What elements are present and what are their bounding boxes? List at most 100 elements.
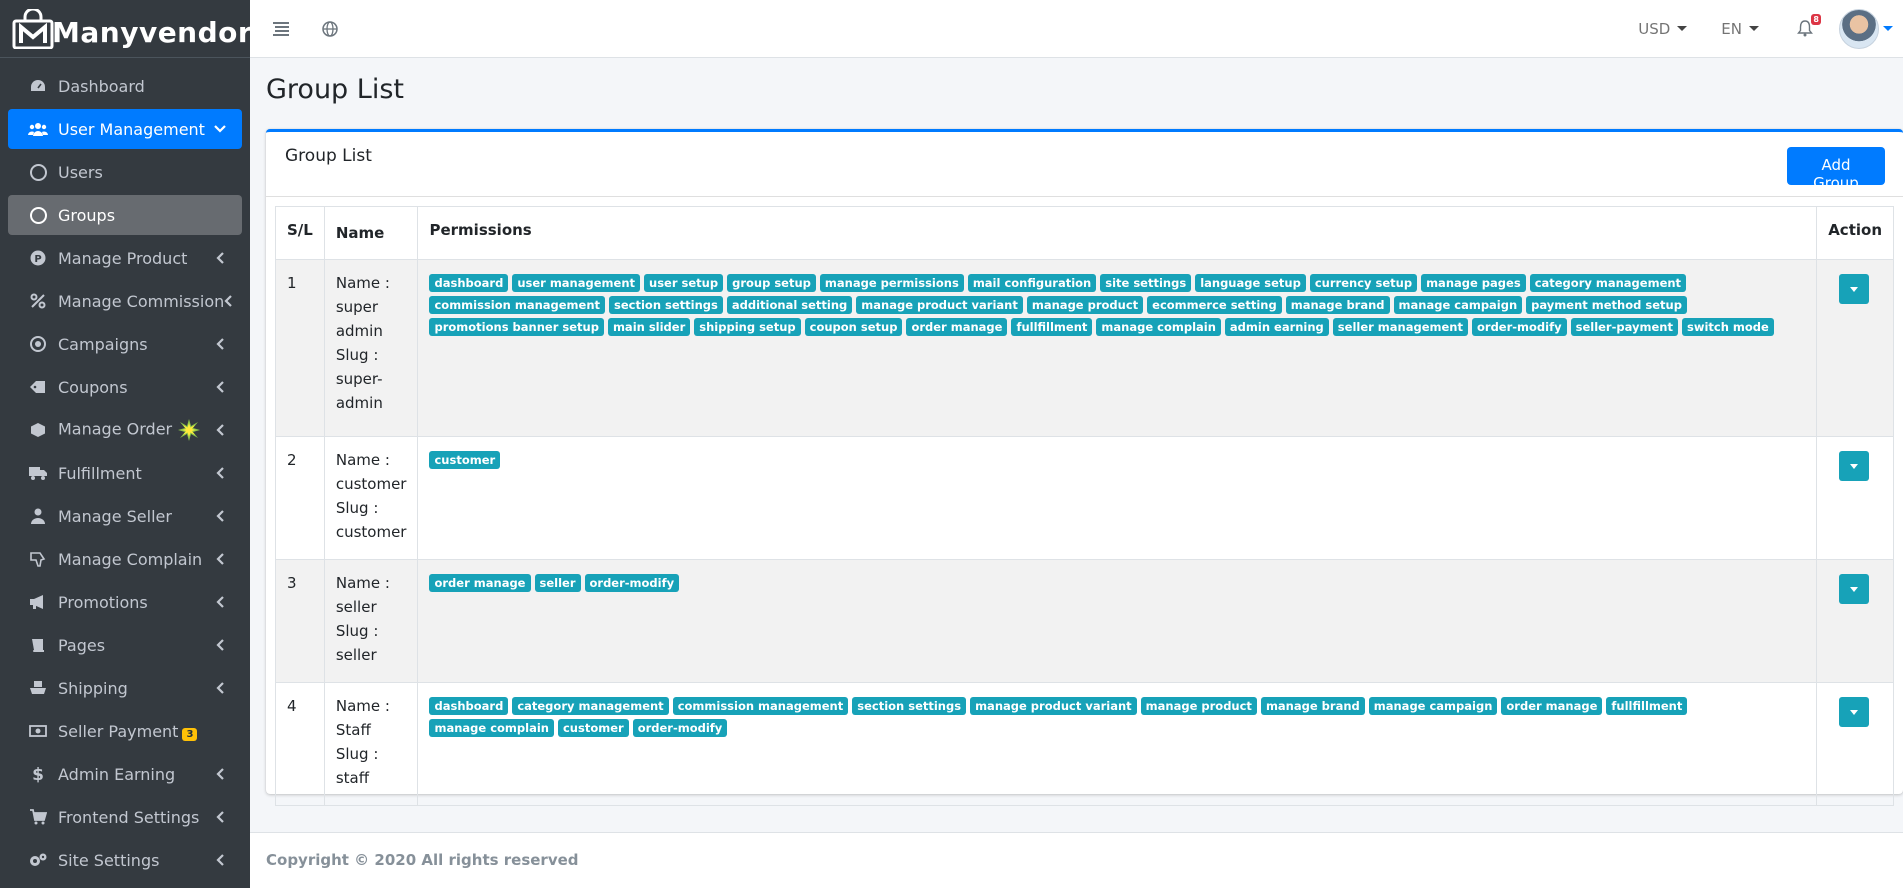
chevron-left-icon	[224, 295, 233, 307]
cell-action	[1816, 436, 1894, 560]
permission-badge: promotions banner setup	[429, 318, 604, 336]
sidebar-item-seller-payment[interactable]: Seller Payment 3	[8, 711, 242, 751]
group-name-line: super	[335, 298, 379, 316]
language-label: EN	[1721, 19, 1742, 38]
permission-badge: manage brand	[1285, 296, 1390, 314]
table-row: 1 Name : super admin Slug : super-admin dashbo…	[275, 259, 1894, 437]
permission-badge: user management	[512, 274, 641, 292]
group-name-line: super-	[335, 370, 383, 388]
permission-badge: main slider	[607, 318, 691, 336]
header-permissions: Permissions	[417, 206, 1818, 260]
circle-icon	[28, 162, 48, 182]
permission-badge: mail configuration	[967, 274, 1097, 292]
cell-name: Name : seller Slug : seller	[323, 559, 419, 683]
sidebar-item-manage-commission[interactable]: Manage Commission	[8, 281, 242, 321]
permission-badge: user setup	[644, 274, 724, 292]
sidebar-item-groups[interactable]: Groups	[8, 195, 242, 235]
notification-bell[interactable]: 8	[1793, 13, 1821, 41]
sidebar-item-manage-complain[interactable]: Manage Complain	[8, 539, 242, 579]
group-table: S/L Name Permissions Action 1 Name : super…	[275, 206, 1894, 806]
cell-name: Name : Staff Slug : staff	[323, 682, 419, 806]
page-title: Group List	[266, 74, 404, 105]
sidebar-item-user-management[interactable]: User Management	[8, 109, 242, 149]
permission-list: dashboard user management user setup group …	[429, 274, 1805, 336]
chevron-left-icon	[214, 510, 226, 522]
group-name-line: Name :	[335, 451, 390, 469]
cell-permissions: order manage seller order-modify	[417, 559, 1818, 683]
chevron-left-icon	[214, 596, 226, 608]
language-dropdown[interactable]: EN	[1721, 20, 1759, 38]
sidebar-item-pages[interactable]: Pages	[8, 625, 242, 665]
sidebar-item-manage-seller[interactable]: Manage Seller	[8, 496, 242, 536]
header-action: Action	[1816, 206, 1894, 260]
sidebar-item-users[interactable]: Users	[8, 152, 242, 192]
sidebar: Manyvendor Dashboard User Management Users…	[0, 0, 250, 888]
permission-badge: shipping setup	[694, 318, 801, 336]
permission-badge: currency setup	[1309, 274, 1418, 292]
box-icon	[28, 420, 48, 440]
permission-badge: manage complain	[1096, 318, 1221, 336]
chevron-down-icon[interactable]	[1883, 26, 1893, 31]
permission-badge: seller management	[1332, 318, 1468, 336]
permission-badge: customer	[557, 719, 629, 737]
sidebar-item-campaigns[interactable]: Campaigns	[8, 324, 242, 364]
sidebar-item-coupons[interactable]: Coupons	[8, 367, 242, 407]
sidebar-item-admin-earning[interactable]: $ Admin Earning	[8, 754, 242, 794]
permission-badge: section settings	[609, 296, 723, 314]
add-group-button[interactable]: Add Group	[1787, 147, 1885, 192]
menu-toggle-icon[interactable]	[262, 9, 302, 49]
svg-text:$: $	[32, 765, 44, 783]
permission-badge: manage permissions	[819, 274, 964, 292]
globe-icon[interactable]	[310, 9, 350, 49]
permission-badge: manage product variant	[970, 697, 1137, 715]
dashboard-icon	[28, 76, 48, 96]
permission-badge: dashboard	[429, 697, 509, 715]
permission-list: order manage seller order-modify	[429, 574, 1805, 592]
permission-badge: manage product	[1140, 697, 1257, 715]
action-dropdown-button[interactable]	[1839, 274, 1870, 304]
currency-dropdown[interactable]: USD	[1638, 20, 1688, 38]
permission-badge: order manage	[906, 318, 1008, 336]
cell-sl: 1	[275, 259, 325, 437]
avatar[interactable]	[1839, 8, 1879, 49]
action-dropdown-button[interactable]	[1839, 697, 1870, 727]
table-row: 2 Name : customer Slug : customer customer	[275, 436, 1894, 560]
sidebar-item-label: Campaigns	[58, 334, 148, 354]
chevron-left-icon	[214, 252, 226, 264]
group-name-line: admin	[335, 394, 383, 412]
ticket-icon	[28, 377, 48, 397]
permission-badge: manage brand	[1260, 697, 1365, 715]
cell-permissions: dashboard category management commission m…	[417, 682, 1818, 806]
sidebar-item-dashboard[interactable]: Dashboard	[8, 66, 242, 106]
chevron-left-icon	[214, 467, 226, 479]
sidebar-item-manage-product[interactable]: P Manage Product	[8, 238, 242, 278]
sidebar-item-label: Manage Product	[58, 248, 188, 268]
sidebar-item-fulfillment[interactable]: Fulfillment	[8, 453, 242, 493]
permission-badge: commission management	[672, 697, 849, 715]
action-dropdown-button[interactable]	[1839, 574, 1870, 604]
action-dropdown-button[interactable]	[1839, 451, 1870, 481]
sidebar-item-promotions[interactable]: Promotions	[8, 582, 242, 622]
permission-badge: seller	[534, 574, 581, 592]
cogs-icon	[28, 850, 48, 870]
brand[interactable]: Manyvendor	[0, 0, 250, 58]
sidebar-item-site-settings[interactable]: Site Settings	[8, 840, 242, 880]
sidebar-item-label: Fulfillment	[58, 463, 142, 483]
cell-sl: 3	[275, 559, 325, 683]
sidebar-item-label: Pages	[58, 635, 106, 655]
permission-badge: admin earning	[1224, 318, 1329, 336]
permission-badge: manage campaign	[1368, 697, 1498, 715]
sidebar-item-shipping[interactable]: Shipping	[8, 668, 242, 708]
thumbs-down-icon	[28, 549, 48, 569]
user-icon	[28, 506, 48, 526]
group-name-line: Slug :	[335, 346, 379, 364]
sidebar-item-manage-order[interactable]: Manage Order	[8, 410, 242, 450]
permission-badge: ecommerce setting	[1147, 296, 1282, 314]
sidebar-item-frontend-settings[interactable]: Frontend Settings	[8, 797, 242, 837]
permission-badge: fullfillment	[1011, 318, 1093, 336]
cell-action	[1816, 682, 1894, 806]
header-name: Name	[323, 206, 419, 260]
permission-badge: payment method setup	[1526, 296, 1687, 314]
permission-badge: order manage	[1501, 697, 1603, 715]
caret-down-icon	[1850, 463, 1859, 469]
